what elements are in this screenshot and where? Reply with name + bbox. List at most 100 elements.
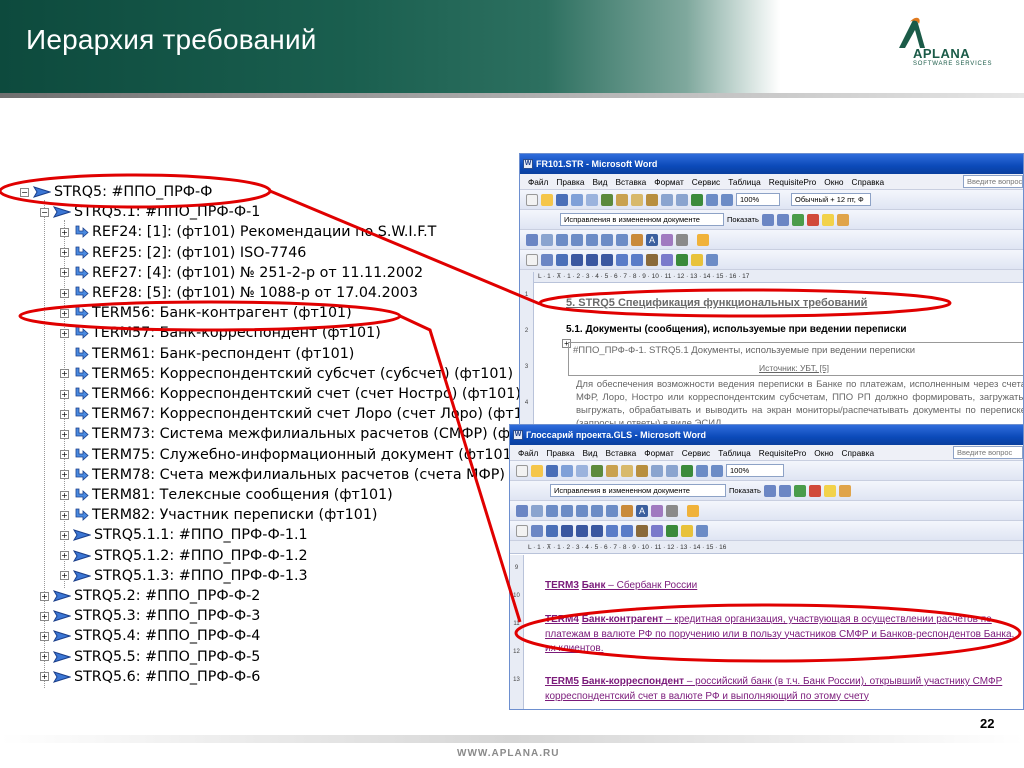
folder-icon[interactable]: [697, 233, 709, 246]
tree-item[interactable]: + TERM82: Участник переписки (фт101): [60, 505, 378, 525]
show-markup-button[interactable]: Показать: [727, 215, 759, 224]
save-icon[interactable]: [556, 193, 568, 206]
tracking-mode-select[interactable]: Исправления в измененном документе: [550, 484, 726, 497]
new-document-icon[interactable]: [526, 193, 538, 206]
horizontal-ruler[interactable]: L · 1 · ⊼ · 1 · 2 · 3 · 4 · 5 · 6 · 7 · …: [520, 270, 1023, 283]
req-link-icon[interactable]: [561, 524, 573, 537]
req-link-icon[interactable]: [571, 253, 583, 266]
menu-file[interactable]: Файл: [518, 448, 538, 458]
menu-view[interactable]: Вид: [592, 177, 607, 187]
expand-icon[interactable]: +: [60, 470, 69, 480]
spelling-icon[interactable]: [601, 193, 613, 206]
expand-icon[interactable]: +: [60, 268, 69, 278]
expand-icon[interactable]: +: [60, 409, 69, 419]
accept-change-icon[interactable]: [791, 213, 804, 226]
menu-requisitepro[interactable]: RequisitePro: [759, 448, 807, 458]
expand-icon[interactable]: +: [60, 450, 69, 460]
collapse-icon[interactable]: −: [40, 207, 49, 217]
style-select[interactable]: Обычный + 12 пт, Ф: [791, 193, 871, 206]
print-icon[interactable]: [571, 193, 583, 206]
save-icon[interactable]: [546, 464, 558, 477]
horizontal-ruler[interactable]: L · 1 · ⊼ · 1 · 2 · 3 · 4 · 5 · 6 · 7 · …: [510, 541, 1023, 554]
tree-item[interactable]: + REF28: [5]: (фт101) № 1088-р от 17.04.2…: [60, 283, 418, 303]
font-a-icon[interactable]: A: [636, 504, 648, 517]
folder-icon[interactable]: [687, 504, 699, 517]
spelling-icon[interactable]: [591, 464, 603, 477]
radio-icon[interactable]: [601, 233, 613, 246]
radio-icon[interactable]: [591, 504, 603, 517]
redo-icon[interactable]: [676, 193, 688, 206]
tree-item[interactable]: + TERM66: Корреспондентский счет (счет Но…: [60, 384, 520, 404]
req-find-icon[interactable]: [646, 253, 658, 266]
next-change-icon[interactable]: [778, 484, 791, 497]
open-folder-icon[interactable]: [541, 193, 553, 206]
req-goto-icon[interactable]: [661, 253, 673, 266]
reject-change-icon[interactable]: [806, 213, 819, 226]
tools-icon[interactable]: [666, 504, 678, 517]
undo-icon[interactable]: [661, 193, 673, 206]
show-markup-button[interactable]: Показать: [729, 486, 761, 495]
tree-item[interactable]: + TERM65: Корреспондентский субсчет (субс…: [60, 364, 513, 384]
tracking-mode-select[interactable]: Исправления в измененном документе: [560, 213, 724, 226]
req-query-icon[interactable]: [616, 253, 628, 266]
tree-item[interactable]: + STRQ5.2: #ППО_ПРФ-Ф-2: [40, 586, 260, 606]
columns-icon[interactable]: [721, 193, 733, 206]
menu-tools[interactable]: Сервис: [682, 448, 710, 458]
preview-icon[interactable]: [576, 464, 588, 477]
tree-item[interactable]: + STRQ5.1.1: #ППО_ПРФ-Ф-1.1: [60, 525, 308, 545]
req-new-icon[interactable]: [541, 253, 553, 266]
menu-format[interactable]: Формат: [644, 448, 673, 458]
menu-table[interactable]: Таблица: [728, 177, 761, 187]
menu-edit[interactable]: Правка: [546, 448, 574, 458]
columns-icon[interactable]: [711, 464, 723, 477]
prev-change-icon[interactable]: [761, 213, 774, 226]
reject-change-icon[interactable]: [808, 484, 821, 497]
tree-item[interactable]: + STRQ5.5: #ППО_ПРФ-Ф-5: [40, 647, 260, 667]
zoom-select[interactable]: 100%: [736, 193, 780, 206]
expand-icon[interactable]: +: [40, 652, 49, 662]
new-document-icon[interactable]: [516, 464, 528, 477]
checkbox-icon[interactable]: [556, 233, 568, 246]
table-icon[interactable]: [696, 464, 708, 477]
expand-icon[interactable]: +: [60, 328, 69, 338]
menu-tools[interactable]: Сервис: [692, 177, 720, 187]
tree-item[interactable]: + TERM56: Банк-контрагент (фт101): [60, 303, 352, 323]
req-unlink-icon[interactable]: [586, 253, 598, 266]
collapse-icon[interactable]: −: [20, 187, 29, 197]
paste-icon[interactable]: [646, 193, 658, 206]
frame-icon[interactable]: [616, 233, 628, 246]
tree-item[interactable]: + STRQ5.3: #ППО_ПРФ-Ф-3: [40, 606, 260, 626]
menu-insert[interactable]: Вставка: [605, 448, 636, 458]
zoom-select[interactable]: 100%: [726, 464, 784, 477]
word-titlebar[interactable]: W Глоссарий проекта.GLS - Microsoft Word: [510, 425, 1023, 445]
req-unlink-icon[interactable]: [576, 524, 588, 537]
pencil-icon[interactable]: [526, 233, 538, 246]
expand-icon[interactable]: +: [60, 510, 69, 520]
req-help-icon[interactable]: [696, 524, 708, 537]
tree-item[interactable]: + STRQ5.1.3: #ППО_ПРФ-Ф-1.3: [60, 566, 308, 586]
req-view-icon[interactable]: [601, 253, 613, 266]
expand-icon[interactable]: +: [40, 672, 49, 682]
tree-item[interactable]: + TERM78: Счета межфилиальных расчетов (с…: [60, 465, 520, 485]
textbox-icon[interactable]: [571, 233, 583, 246]
menu-view[interactable]: Вид: [582, 448, 597, 458]
undo-icon[interactable]: [651, 464, 663, 477]
tree-item[interactable]: + REF25: [2]: (фт101) ISO-7746: [60, 243, 306, 263]
expand-icon[interactable]: +: [60, 389, 69, 399]
tree-item[interactable]: + REF24: [1]: (фт101) Рекомендации по S.W…: [60, 222, 436, 242]
expand-icon[interactable]: +: [60, 571, 69, 581]
tree-item[interactable]: + STRQ5.6: #ППО_ПРФ-Ф-6: [40, 667, 260, 687]
listbox-icon[interactable]: [586, 233, 598, 246]
help-search-input[interactable]: Введите вопрос: [963, 175, 1023, 188]
req-view-icon[interactable]: [591, 524, 603, 537]
req-copy-icon[interactable]: [631, 253, 643, 266]
req-goto-icon[interactable]: [651, 524, 663, 537]
doc-icon[interactable]: [526, 253, 538, 266]
menu-file[interactable]: Файл: [528, 177, 548, 187]
properties-icon[interactable]: [631, 233, 643, 246]
tree-item[interactable]: + TERM75: Служебно-информационный докумен…: [60, 445, 517, 465]
frame-icon[interactable]: [606, 504, 618, 517]
req-find-icon[interactable]: [636, 524, 648, 537]
copy-icon[interactable]: [631, 193, 643, 206]
eraser-icon[interactable]: [531, 504, 543, 517]
